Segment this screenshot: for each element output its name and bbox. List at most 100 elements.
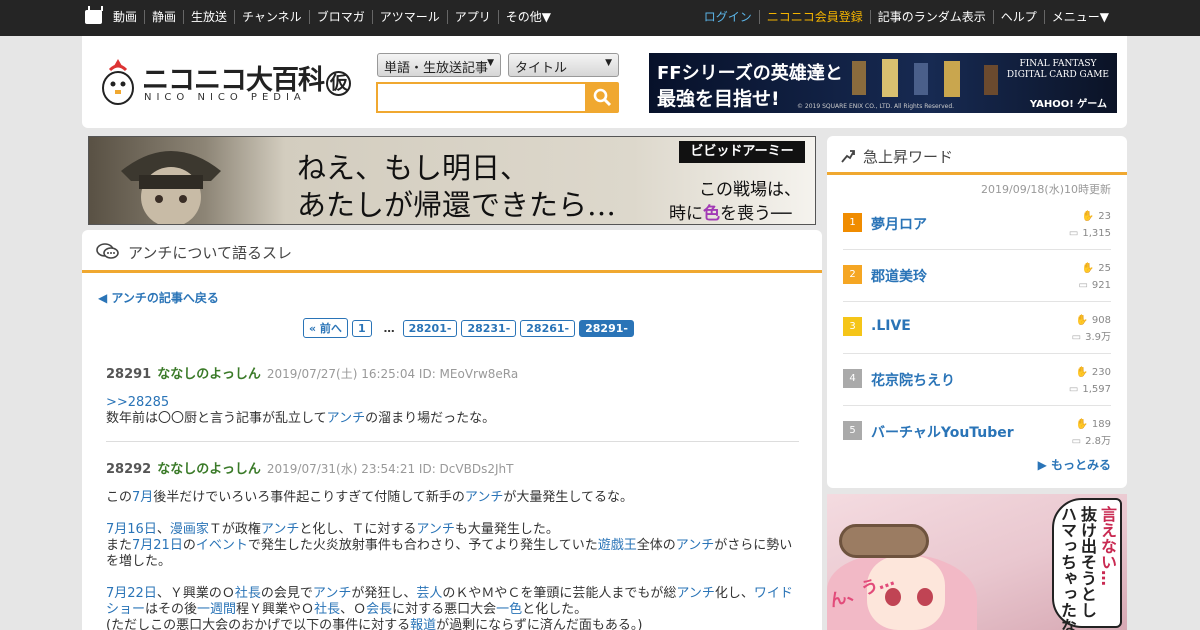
search-field-select[interactable]: タイトル ▼ — [508, 53, 619, 77]
views-icon: ✋ — [1081, 211, 1095, 222]
search-input[interactable] — [376, 82, 587, 113]
nav-other-dropdown[interactable]: その他▼ — [497, 10, 558, 24]
thread-title: アンチについて語るスレ — [128, 244, 292, 262]
menu-dropdown[interactable]: メニュー▼ — [1043, 10, 1116, 24]
search-scope-value: 単語・生放送記事 — [384, 61, 489, 76]
keyword-link[interactable]: 7月 — [132, 490, 153, 505]
trending-item[interactable]: 3 .LIVE ✋ 908 ▭ 3.9万 — [843, 302, 1111, 354]
keyword-link[interactable]: 漫画家 — [170, 522, 209, 537]
trending-word[interactable]: .LIVE — [871, 318, 911, 334]
register-link[interactable]: ニコニコ会員登録 — [758, 10, 870, 24]
trending-word[interactable]: 花京院ちえり — [871, 370, 955, 390]
keyword-link[interactable]: 芸人 — [416, 586, 442, 601]
niconico-tv-icon[interactable] — [85, 10, 102, 24]
keyword-link[interactable]: 7月21日 — [132, 538, 183, 553]
nav-atsumaru[interactable]: アツマール — [371, 10, 447, 24]
page-28201-button[interactable]: 28201- — [402, 319, 458, 337]
stat-b: 921 — [1091, 280, 1111, 291]
search-field-value: タイトル — [515, 61, 568, 76]
trending-word[interactable]: 夢月ロア — [871, 214, 927, 234]
keyword-link[interactable]: 7月16日 — [106, 522, 157, 537]
nav-live[interactable]: 生放送 — [183, 10, 234, 24]
post-body: >>28285 数年前は〇〇厨と言う記事が乱立してアンチの溜まり場だったな。 — [106, 395, 799, 427]
body-text: 、 — [156, 522, 170, 537]
keyword-link[interactable]: アンチ — [327, 411, 365, 426]
body-text: と化し、Ｔに対する — [299, 522, 417, 537]
stat-b: 1,315 — [1082, 228, 1111, 239]
trending-item[interactable]: 1 夢月ロア ✋ 23 ▭ 1,315 — [843, 198, 1111, 250]
ff-card-game-ad[interactable]: FFシリーズの英雄達と 最強を目指せ! FINAL FANTASY DIGITAL… — [649, 53, 1117, 113]
stat-a: 189 — [1091, 419, 1111, 430]
keyword-link[interactable]: アンチ — [416, 522, 454, 537]
body-text: に対する悪口大会 — [392, 602, 497, 617]
anime-game-banner-ad[interactable]: ん、う… 言えない… 抜け出そうとし ハマっちゃったな — [827, 494, 1127, 630]
stat-b: 2.8万 — [1085, 436, 1111, 447]
nav-douga[interactable]: 動画 — [106, 10, 144, 24]
random-article-link[interactable]: 記事のランダム表示 — [869, 10, 993, 24]
page-28231-button[interactable]: 28231- — [461, 319, 517, 337]
comments-icon: ▭ — [1071, 332, 1082, 343]
keyword-link[interactable]: アンチ — [261, 522, 299, 537]
nicopedia-logo[interactable]: ニコニコ大百科仮 NICO NICO PEDIA — [98, 56, 351, 111]
page-28291-current[interactable]: 28291- — [579, 319, 634, 337]
keyword-link[interactable]: アンチ — [465, 490, 503, 505]
nav-channel[interactable]: チャンネル — [234, 10, 309, 24]
keyword-link[interactable]: 社長 — [314, 602, 340, 617]
nav-app[interactable]: アプリ — [446, 10, 498, 24]
keyword-link[interactable]: アンチ — [676, 586, 714, 601]
keyword-link[interactable]: 一週間 — [197, 602, 236, 617]
keyword-link[interactable]: アンチ — [676, 538, 714, 553]
keyword-link[interactable]: 一色 — [496, 602, 522, 617]
paragraph: 7月16日、漫画家Ｔが政権アンチと化し、Ｔに対するアンチも大量発生した。 また7月… — [106, 522, 799, 570]
banner-left-tagline2: 時に色を喪う── — [669, 199, 791, 224]
banner-left-tagline1: この戦場は、 — [699, 180, 801, 200]
trending-item[interactable]: 5 バーチャルYouTuber ✋ 189 ▭ 2.8万 — [843, 406, 1111, 458]
search-button[interactable] — [586, 82, 619, 113]
keyword-link[interactable]: 遊戯王 — [598, 538, 637, 553]
keyword-link[interactable]: 報道 — [410, 618, 436, 630]
search-icon — [593, 88, 612, 107]
reply-anchor-link[interactable]: >>28285 — [106, 395, 169, 410]
body-text: 化し、 — [714, 586, 754, 601]
keyword-link[interactable]: イベント — [196, 538, 248, 553]
logo-saku-mark: 仮 — [326, 71, 351, 96]
see-more-link[interactable]: ▶ もっとみる — [1038, 456, 1111, 473]
comments-icon: ▭ — [1068, 384, 1079, 395]
trending-item[interactable]: 4 花京院ちえり ✋ 230 ▭ 1,597 — [843, 354, 1111, 406]
keyword-link[interactable]: アンチ — [313, 586, 351, 601]
back-link-label: アンチの記事へ戻る — [111, 291, 219, 305]
page-1-button[interactable]: 1 — [351, 319, 372, 337]
body-text: 後半だけでいろいろ事件起こりすぎて付随して新手の — [153, 490, 465, 505]
trend-up-arrow-icon — [841, 150, 855, 163]
help-link[interactable]: ヘルプ — [992, 10, 1044, 24]
trending-item[interactable]: 2 郡道美玲 ✋ 25 ▭ 921 — [843, 250, 1111, 302]
tagline2-part-c: を喪う── — [720, 204, 792, 224]
login-link[interactable]: ログイン — [697, 10, 759, 24]
banner-right-line3: ハマっちゃったな — [1058, 506, 1077, 630]
trending-word[interactable]: バーチャルYouTuber — [871, 422, 1014, 442]
yahoo-game-logo: YAHOO! ゲーム — [1029, 99, 1107, 110]
prev-page-button[interactable]: « 前へ — [303, 318, 348, 338]
body-text: で発生した火炎放射事件も合わさり、予てより発生していた — [247, 538, 598, 553]
ff-characters-image — [852, 59, 998, 97]
keyword-link[interactable]: 会長 — [366, 602, 392, 617]
vivid-army-banner-ad[interactable]: ねえ、もし明日、 あたしが帰還できたら… ビビッドアーミー この戦場は、 時に色… — [88, 136, 816, 225]
search-scope-select[interactable]: 単語・生放送記事 ▼ — [377, 53, 501, 77]
trending-stats: ✋ 23 ▭ 1,315 — [1069, 208, 1111, 242]
thread-panel: アンチについて語るスレ ◀ アンチの記事へ戻る « 前へ 1 … 28201- … — [82, 230, 822, 630]
body-text: 、Ｏ — [340, 602, 367, 617]
post-number[interactable]: 28292 — [106, 462, 151, 477]
body-text: 程Ｙ興業やＯ — [236, 602, 315, 617]
soldier-girl-image — [121, 151, 221, 224]
keyword-link[interactable]: 7月22日 — [106, 586, 157, 601]
banner-left-line1: ねえ、もし明日、 — [297, 151, 530, 185]
nav-seiga[interactable]: 静画 — [144, 10, 183, 24]
post-number[interactable]: 28291 — [106, 367, 151, 382]
nav-blomaga[interactable]: ブロマガ — [308, 10, 372, 24]
post-author: ななしのよっしん — [157, 462, 261, 477]
back-to-article-link[interactable]: ◀ アンチの記事へ戻る — [98, 289, 219, 306]
keyword-link[interactable]: 社長 — [235, 586, 261, 601]
page-28261-button[interactable]: 28261- — [520, 319, 576, 337]
trending-word[interactable]: 郡道美玲 — [871, 266, 927, 286]
chevron-down-icon: ▼ — [605, 58, 612, 68]
